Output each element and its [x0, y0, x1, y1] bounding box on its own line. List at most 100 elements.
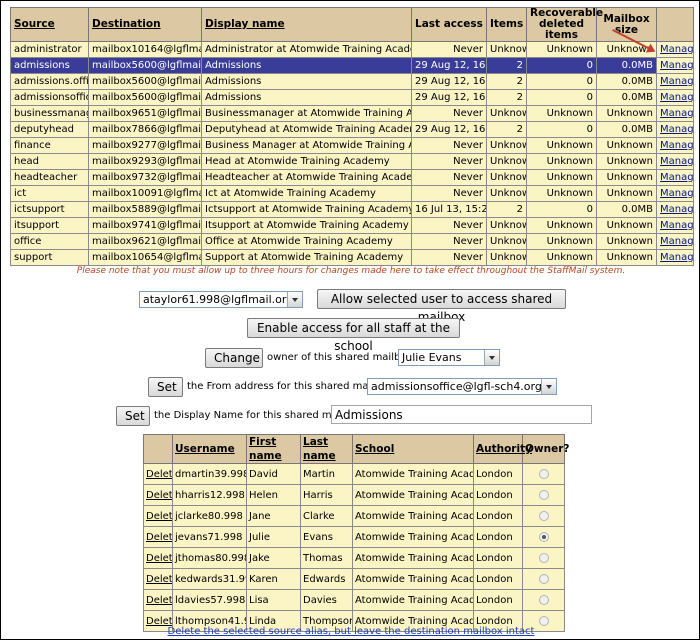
items-cell: Unknown [486, 137, 527, 154]
mailbox-row[interactable]: admissionsofficemailbox5600@lgflmail.org… [10, 89, 694, 106]
set-display-name-button[interactable]: Set [116, 406, 150, 426]
last-access-cell: Never [411, 41, 487, 58]
manage-link[interactable]: Manage [660, 188, 693, 199]
last-access-cell: 16 Jul 13, 15:23 [411, 201, 487, 218]
delete-link[interactable]: Delete [146, 574, 172, 585]
set-from-address-button[interactable]: Set [148, 377, 183, 397]
chevron-down-icon[interactable] [287, 292, 302, 307]
mailbox-row[interactable]: businessmanagermailbox9651@lgflmail.orgB… [10, 105, 694, 122]
owner-radio[interactable] [538, 510, 549, 521]
user-select[interactable]: ataylor61.998@lgflmail.org [139, 291, 303, 308]
manage-link[interactable]: Manage [660, 220, 693, 231]
mailbox-row[interactable]: ictmailbox10091@lgflmail.orgIct at Atomw… [10, 185, 694, 202]
owner-radio[interactable] [538, 468, 549, 479]
owner-radio[interactable] [538, 531, 549, 542]
display-name-cell: Businessmanager at Atomwide Training Aca… [201, 105, 412, 122]
manage-link[interactable]: Manage [660, 140, 693, 151]
manage-link[interactable]: Manage [660, 236, 693, 247]
username-cell: dmartin39.998 [172, 463, 247, 485]
destination-cell: mailbox5600@lgflmail.org [88, 57, 202, 74]
col-source[interactable]: Source [10, 7, 89, 42]
enable-all-staff-button[interactable]: Enable access for all staff at the schoo… [247, 318, 460, 353]
school-cell: Atomwide Training Academy [352, 505, 474, 527]
manage-link[interactable]: Manage [660, 76, 693, 87]
owner-cell [522, 568, 565, 590]
source-cell: admissionsoffice [10, 89, 89, 106]
change-owner-button[interactable]: Change [205, 348, 263, 368]
delete-alias-link[interactable]: Delete the selected source alias, but le… [1, 626, 700, 637]
col-last-access: Last access [411, 7, 487, 42]
recoverable-cell: Unknown [526, 185, 597, 202]
mailbox-row[interactable]: headmailbox9293@lgflmail.orgHead at Atom… [10, 153, 694, 170]
col-first-name[interactable]: First name [246, 434, 301, 464]
owner-radio[interactable] [538, 573, 549, 584]
mailbox-row[interactable]: admissions.officemailbox5600@lgflmail.or… [10, 73, 694, 90]
display-name-cell: Admissions [201, 89, 412, 106]
manage-cell: Manage [656, 201, 694, 218]
manage-link[interactable]: Manage [660, 156, 693, 167]
mailbox-row[interactable]: administratormailbox10164@lgflmail.orgAd… [10, 41, 694, 58]
manage-link[interactable]: Manage [660, 172, 693, 183]
owner-radio[interactable] [538, 615, 549, 626]
owner-radio[interactable] [538, 489, 549, 500]
mailbox-row[interactable]: financemailbox9277@lgflmail.orgBusiness … [10, 137, 694, 154]
manage-cell: Manage [656, 169, 694, 186]
items-cell: Unknown [486, 185, 527, 202]
mailbox-row[interactable]: admissionsmailbox5600@lgflmail.orgAdmiss… [10, 57, 694, 74]
display-name-cell: Deputyhead at Atomwide Training Academy [201, 121, 412, 138]
last-access-cell: 29 Aug 12, 16:49 [411, 73, 487, 90]
col-display-name[interactable]: Display name [201, 7, 412, 42]
owner-radio[interactable] [538, 594, 549, 605]
owner-select[interactable]: Julie Evans [398, 349, 500, 366]
destination-cell: mailbox10091@lgflmail.org [88, 185, 202, 202]
manage-link[interactable]: Manage [660, 44, 693, 55]
mailbox-row[interactable]: supportmailbox10654@lgflmail.orgSupport … [10, 249, 694, 266]
manage-link[interactable]: Manage [660, 108, 693, 119]
manage-link[interactable]: Manage [660, 60, 693, 71]
source-cell: ict [10, 185, 89, 202]
mailbox-row[interactable]: deputyheadmailbox7866@lgflmail.orgDeputy… [10, 121, 694, 138]
mailbox-size-cell: 0.0MB [596, 201, 657, 218]
mailbox-row[interactable]: itsupportmailbox9741@lgflmail.orgItsuppo… [10, 217, 694, 234]
school-cell: Atomwide Training Academy [352, 484, 474, 506]
display-name-input[interactable] [331, 405, 592, 424]
allow-access-button[interactable]: Allow selected user to access shared mai… [317, 289, 566, 324]
chevron-down-icon[interactable] [484, 350, 499, 365]
manage-link[interactable]: Manage [660, 124, 693, 135]
col-authority[interactable]: Authority [473, 434, 532, 464]
manage-link[interactable]: Manage [660, 252, 693, 263]
col-username[interactable]: Username [172, 434, 247, 464]
mailbox-row[interactable]: officemailbox9621@lgflmail.orgOffice at … [10, 233, 694, 250]
source-cell: finance [10, 137, 89, 154]
mailbox-row[interactable]: ictsupportmailbox5889@lgflmail.orgIctsup… [10, 201, 694, 218]
delete-link[interactable]: Delete [146, 595, 172, 606]
delete-link[interactable]: Delete [146, 490, 172, 501]
manage-link[interactable]: Manage [660, 92, 693, 103]
source-cell: head [10, 153, 89, 170]
delete-link[interactable]: Delete [146, 532, 172, 543]
delete-link[interactable]: Delete [146, 469, 172, 480]
col-last-name[interactable]: Last name [300, 434, 353, 464]
recoverable-cell: 0 [526, 121, 597, 138]
authority-cell: London [473, 505, 523, 527]
display-name-cell: Support at Atomwide Training Academy [201, 249, 412, 266]
items-cell: 2 [486, 121, 527, 138]
username-cell: jevans71.998 [172, 526, 247, 548]
col-destination[interactable]: Destination [88, 7, 202, 42]
mailbox-size-cell: Unknown [596, 185, 657, 202]
delete-link[interactable]: Delete [146, 553, 172, 564]
manage-link[interactable]: Manage [660, 204, 693, 215]
delete-link[interactable]: Delete [146, 511, 172, 522]
delete-cell: Delete [143, 505, 173, 527]
authority-cell: London [473, 484, 523, 506]
from-address-select[interactable]: admissionsoffice@lgfl-sch4.org.uk [367, 378, 557, 395]
page-frame: Source Destination Display name Last acc… [0, 0, 700, 640]
items-cell: 2 [486, 57, 527, 74]
username-cell: ldavies57.998 [172, 589, 247, 611]
delete-link[interactable]: Delete [146, 616, 172, 627]
mailbox-row[interactable]: headteachermailbox9732@lgflmail.orgHeadt… [10, 169, 694, 186]
chevron-down-icon[interactable] [541, 379, 556, 394]
col-school[interactable]: School [352, 434, 474, 464]
owner-radio[interactable] [538, 552, 549, 563]
recoverable-cell: Unknown [526, 249, 597, 266]
